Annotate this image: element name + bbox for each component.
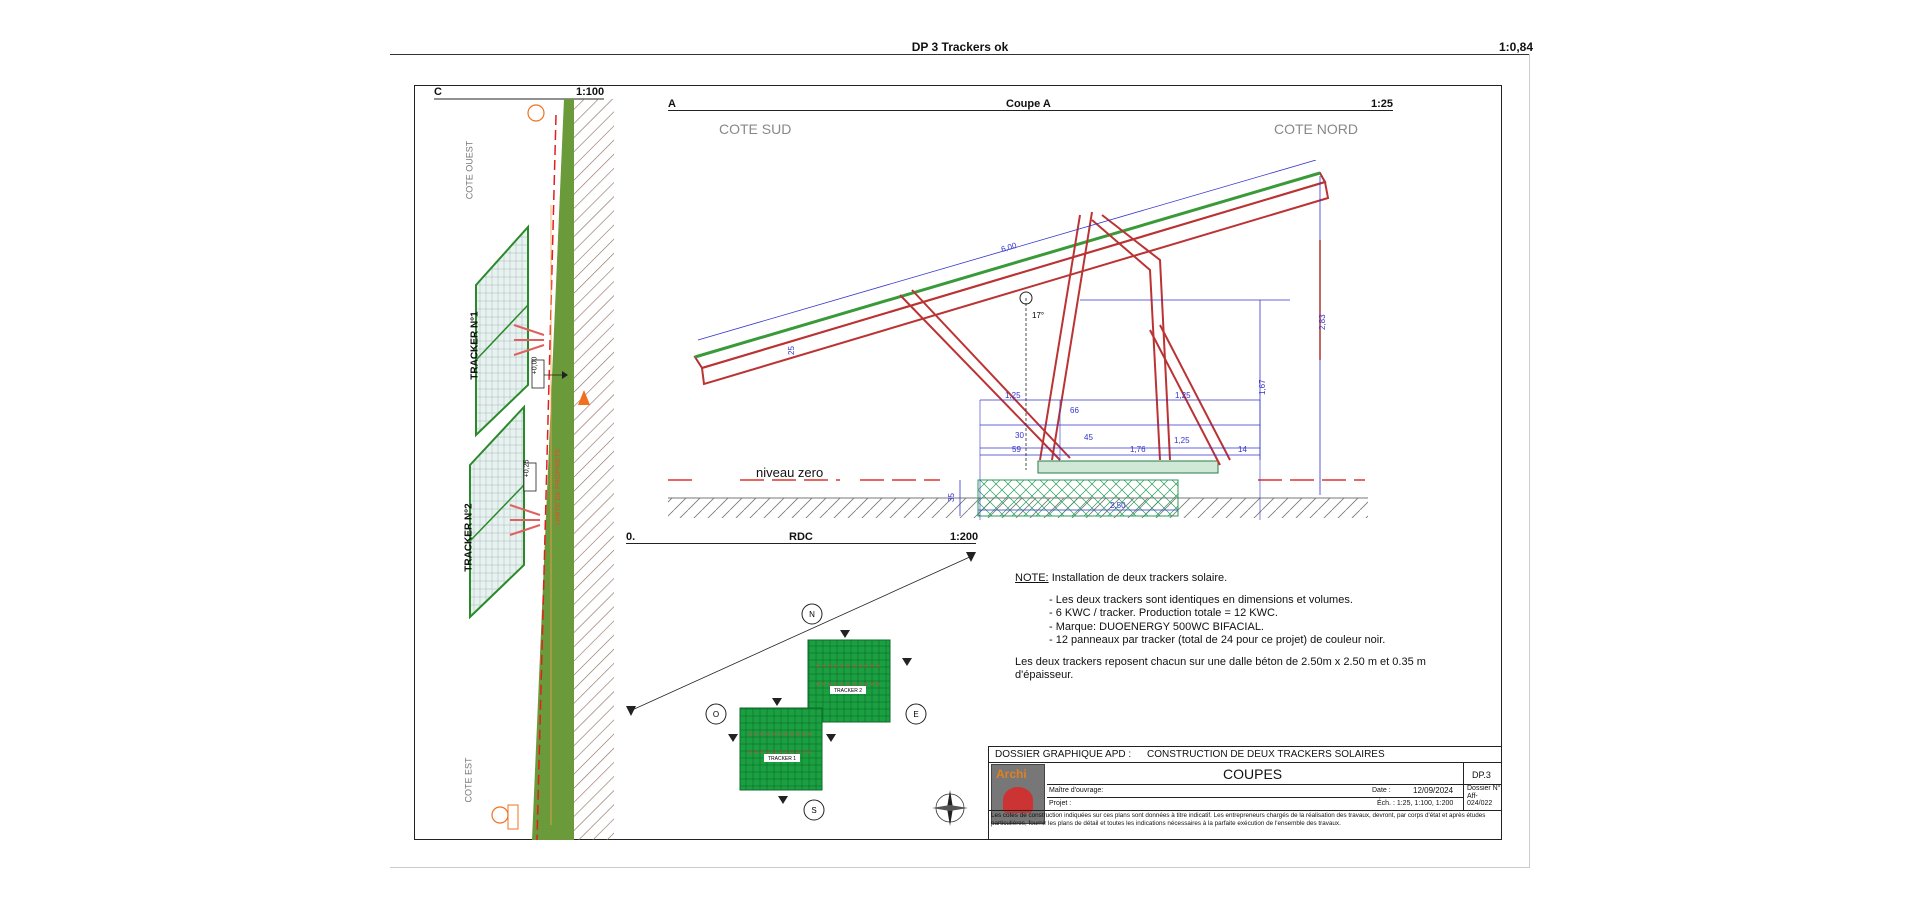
note-item: 12 panneaux par tracker (total de 24 pou… <box>1049 634 1485 648</box>
dim-height: 2,83 <box>1318 314 1327 330</box>
compass-e: E <box>913 710 918 719</box>
note-intro: Installation de deux trackers solaire. <box>1051 572 1228 584</box>
tb-construction: CONSTRUCTION DE DEUX TRACKERS SOLAIRES <box>1147 749 1385 760</box>
sheet-edge-bottom <box>390 867 1530 868</box>
tb-disclaimer: Les cotes de construction indiquées sur … <box>991 812 1486 827</box>
coupe-a-title: Coupe A <box>1006 98 1051 110</box>
project-note: NOTE: Installation de deux trackers sola… <box>1015 572 1485 683</box>
note-list: Les deux trackers sont identiques en dim… <box>1049 594 1485 648</box>
dim-25: 25 <box>787 346 796 355</box>
dim-14: 14 <box>1238 445 1247 454</box>
dim-66: 66 <box>1070 406 1079 415</box>
dim-45: 45 <box>1084 433 1093 442</box>
section-c-scale: 1:100 <box>576 86 605 98</box>
dim-label-2: +0,25 <box>523 459 531 478</box>
note-item: 6 KWC / tracker. Production totale = 12 … <box>1049 607 1485 621</box>
tb-ech: Éch. : 1:25, 1:100, 1:200 <box>1377 800 1454 807</box>
tb-rule-v <box>1463 762 1464 810</box>
note-item: Marque: DUOENERGY 500WC BIFACIAL. <box>1049 621 1485 635</box>
svg-text:LIMITE DE PROPRIETE: LIMITE DE PROPRIETE <box>555 448 562 525</box>
dim-angle: 17° <box>1032 311 1044 320</box>
dim-125b: 1,25 <box>1175 391 1191 400</box>
section-c-letter: C <box>434 86 442 98</box>
logo-text: Archi <box>996 767 1027 781</box>
rdc-scale: 1:200 <box>950 531 979 543</box>
dim-125c: 1,25 <box>1174 436 1190 445</box>
note-footer: Les deux trackers reposent chacun sur un… <box>1015 655 1426 682</box>
sheet-scale: 1:0,84 <box>1499 40 1534 54</box>
dim-59: 59 <box>1012 445 1021 454</box>
cote-nord-label: COTE NORD <box>1274 121 1358 137</box>
dim-h2: 1,67 <box>1258 379 1267 395</box>
rdc-letter: 0. <box>626 531 636 543</box>
section-c-drawing: LIMITE DE PROPRIETE <box>434 98 614 840</box>
rdc-tracker2-label: TRACKER 2 <box>834 688 862 694</box>
dim-length: 6,00 <box>1000 241 1018 254</box>
tb-date: 12/09/2024 <box>1413 786 1454 795</box>
cote-sud-label: COTE SUD <box>719 121 792 137</box>
tb-rule-1 <box>989 762 1501 763</box>
tb-date-label: Date : <box>1372 787 1391 794</box>
cote-est-label: COTE EST <box>463 757 474 803</box>
sheet-edge-right <box>1529 54 1530 867</box>
coupe-a-rule <box>668 110 1393 111</box>
compass-s: S <box>811 806 816 815</box>
tb-rule-3 <box>1047 797 1463 798</box>
tb-dossier-no: Aff-024/022 <box>1467 793 1493 807</box>
tb-sheet: DP.3 <box>1472 770 1491 780</box>
sheet-title: DP 3 Trackers ok <box>911 40 1009 54</box>
note-label: NOTE: <box>1015 572 1049 584</box>
dim-30: 30 <box>1015 431 1024 440</box>
tb-coupes: COUPES <box>1223 766 1283 782</box>
compass-o: O <box>713 710 719 719</box>
dim-250: 2,50 <box>1110 501 1126 510</box>
rdc-rule <box>626 543 976 544</box>
tracker1-label: TRACKER N°1 <box>469 311 481 380</box>
tb-projet: Projet : <box>1049 800 1072 807</box>
tb-rule-4 <box>989 810 1501 811</box>
tb-maitre: Maître d'ouvrage: <box>1049 787 1104 794</box>
tb-dossier: DOSSIER GRAPHIQUE APD : <box>995 749 1132 760</box>
wall-hatch <box>574 99 614 840</box>
dim-125a: 1,25 <box>1005 391 1021 400</box>
tb-dossier-no-label: Dossier N° <box>1467 785 1501 792</box>
dim-label-1: +0,00 <box>531 356 539 375</box>
coupe-a-scale: 1:25 <box>1371 98 1394 110</box>
north-arrow-icon <box>932 790 968 826</box>
rdc-plan: N O E S TRACKER 2 TRACKER 1 <box>626 552 976 826</box>
note-intro-line: NOTE: Installation de deux trackers sola… <box>1015 572 1485 586</box>
dim-35: 35 <box>947 493 956 502</box>
header-divider <box>390 54 1530 55</box>
rdc-tracker1-label: TRACKER 1 <box>768 756 796 762</box>
coupe-a-drawing: 6,00 17° 2,83 1,67 1,25 1,25 1,25 66 45 … <box>668 160 1368 520</box>
coupe-a-letter: A <box>668 98 676 110</box>
tb-rule-2 <box>1047 784 1501 785</box>
dim-176: 1,76 <box>1130 445 1146 454</box>
note-item: Les deux trackers sont identiques en dim… <box>1049 594 1485 608</box>
title-block: DOSSIER GRAPHIQUE APD : CONSTRUCTION DE … <box>988 746 1502 840</box>
compass-n: N <box>809 610 815 619</box>
rdc-title: RDC <box>789 531 813 543</box>
cote-ouest-label: COTE OUEST <box>464 140 475 200</box>
tracker2-label: TRACKER N°2 <box>463 503 475 572</box>
